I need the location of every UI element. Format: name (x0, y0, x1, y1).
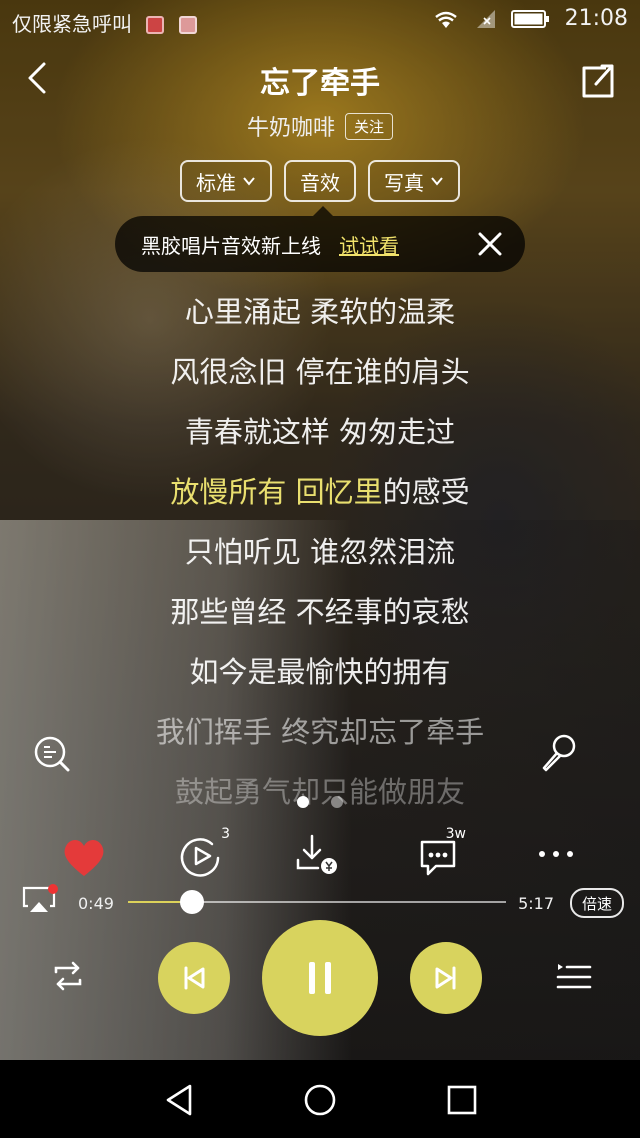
pager-dot-active[interactable] (297, 796, 309, 808)
carrier-text: 仅限紧急呼叫 (12, 12, 132, 36)
playback-speed-button[interactable]: 倍速 (569, 888, 624, 918)
close-icon[interactable] (473, 227, 507, 261)
lyric-line: 心里涌起 柔软的温柔 (184, 295, 456, 329)
lyric-current-highlight: 放慢所有 回忆里 (170, 475, 383, 509)
mode-standard-label: 标准 (196, 170, 236, 195)
mode-sound-effect-button[interactable]: 音效 (284, 160, 356, 202)
mode-sound-effect-label: 音效 (300, 170, 340, 195)
lyric-line: 那些曾经 不经事的哀愁 (170, 595, 470, 629)
comment-count-badge: 3w (445, 826, 466, 842)
lyric-line: 青春就这样 匆匆走过 (184, 415, 456, 449)
tip-text: 黑胶唱片音效新上线 (141, 233, 321, 258)
airplay-indicator-dot (48, 884, 58, 894)
lyric-line: 风很念旧 停在谁的肩头 (170, 355, 470, 389)
clock: 21:08 (564, 6, 628, 31)
action-row: 3 3w (0, 826, 640, 888)
pause-icon (309, 962, 331, 994)
player-header: 忘了牵手 牛奶咖啡 关注 (0, 44, 640, 164)
previous-track-button[interactable] (158, 942, 230, 1014)
mode-photo-button[interactable]: 写真 (368, 160, 460, 202)
microphone-icon[interactable] (536, 732, 580, 776)
pause-button[interactable] (262, 920, 378, 1036)
wifi-icon (434, 11, 457, 28)
more-icon (539, 851, 573, 857)
heart-icon (64, 840, 104, 876)
lyrics-search-icon[interactable] (30, 732, 74, 776)
status-left: 仅限紧急呼叫 (12, 8, 197, 37)
navigation-bar (0, 1060, 640, 1138)
lyric-current-rest: 的感受 (382, 475, 470, 509)
repeat-icon[interactable] (46, 954, 90, 998)
playback-controls (0, 918, 640, 1038)
lyric-line-current: 放慢所有 回忆里的感受 (0, 462, 640, 522)
share-button[interactable] (576, 58, 620, 102)
notification-app-icon (146, 16, 165, 34)
lyric-line: 只怕听见 谁忽然泪流 (184, 535, 456, 569)
chevron-down-icon (243, 177, 255, 186)
follow-button[interactable]: 关注 (345, 112, 394, 140)
pager-dots (0, 796, 640, 808)
video-count-badge: 3 (221, 826, 230, 842)
chevron-down-icon (431, 177, 443, 186)
circle-home-icon[interactable] (298, 1078, 342, 1122)
artist-row: 牛奶咖啡 关注 (0, 110, 640, 142)
lyric-line: 如今是最愉快的拥有 (189, 655, 451, 689)
tip-try-link[interactable]: 试试看 (339, 230, 399, 259)
square-recent-icon[interactable] (440, 1078, 484, 1122)
speed-label: 倍速 (581, 894, 612, 913)
total-time: 5:17 (518, 894, 554, 913)
skip-previous-icon (184, 966, 205, 990)
progress-track[interactable] (128, 890, 506, 914)
like-button[interactable] (54, 828, 114, 888)
share-out-icon (582, 64, 614, 98)
battery-icon (510, 9, 549, 28)
song-title: 忘了牵手 (260, 66, 380, 101)
notification-app-icon (178, 16, 197, 34)
triangle-back-icon[interactable] (158, 1078, 202, 1122)
comment-button[interactable]: 3w (408, 826, 468, 888)
status-bar: 仅限紧急呼叫 21:08 (0, 0, 640, 44)
download-icon (296, 834, 337, 874)
status-right: 21:08 (431, 6, 628, 31)
video-button[interactable]: 3 (172, 826, 232, 888)
pager-dot[interactable] (331, 796, 343, 808)
mode-controls: 标准 音效 写真 (0, 160, 640, 202)
feature-tip-banner: 黑胶唱片音效新上线 试试看 (115, 206, 525, 272)
more-button[interactable] (526, 828, 586, 888)
current-time: 0:49 (78, 894, 114, 913)
artist-name[interactable]: 牛奶咖啡 (247, 110, 335, 142)
mode-standard-button[interactable]: 标准 (180, 160, 272, 202)
queue-list-icon[interactable] (552, 954, 596, 998)
download-button[interactable] (288, 828, 348, 888)
mode-photo-label: 写真 (384, 170, 424, 195)
progress-knob[interactable] (180, 890, 205, 914)
next-track-button[interactable] (410, 942, 482, 1014)
skip-next-icon (435, 966, 456, 990)
signal-icon (476, 9, 495, 28)
